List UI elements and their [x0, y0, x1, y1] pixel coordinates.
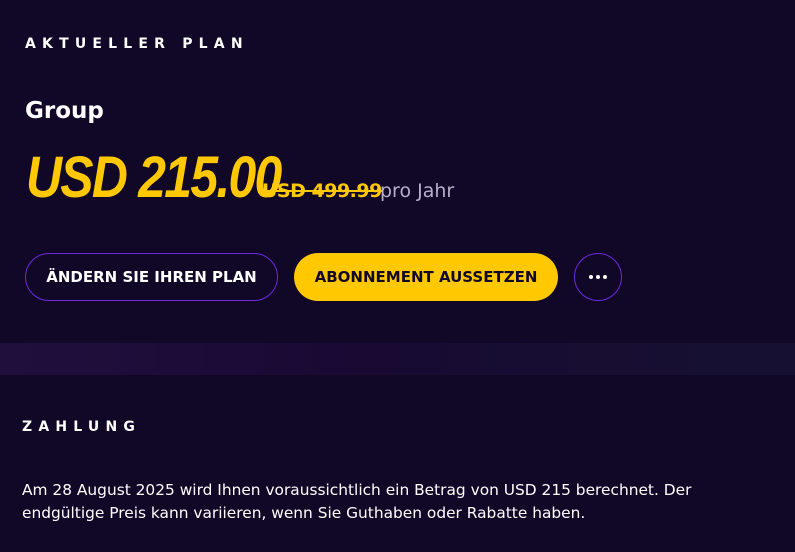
payment-heading: ZAHLUNG — [22, 419, 142, 435]
billing-period: pro Jahr — [380, 180, 455, 202]
section-divider — [0, 343, 795, 375]
change-plan-button[interactable]: ÄNDERN SIE IHREN PLAN — [25, 253, 278, 301]
price-row: USD 215.00 USD 499.99 pro Jahr — [26, 145, 454, 210]
plan-name: Group — [25, 98, 104, 124]
current-plan-heading: AKTUELLER PLAN — [25, 36, 249, 52]
more-horizontal-icon — [589, 275, 607, 279]
pause-subscription-button[interactable]: ABONNEMENT AUSSETZEN — [294, 253, 558, 301]
payment-section: ZAHLUNG Am 28 August 2025 wird Ihnen vor… — [0, 375, 795, 552]
more-options-button[interactable] — [574, 253, 622, 301]
payment-info-text: Am 28 August 2025 wird Ihnen voraussicht… — [22, 481, 692, 522]
current-plan-section: AKTUELLER PLAN Group USD 215.00 USD 499.… — [0, 0, 795, 343]
current-price: USD 215.00 — [26, 145, 282, 210]
original-price: USD 499.99 — [262, 180, 382, 202]
